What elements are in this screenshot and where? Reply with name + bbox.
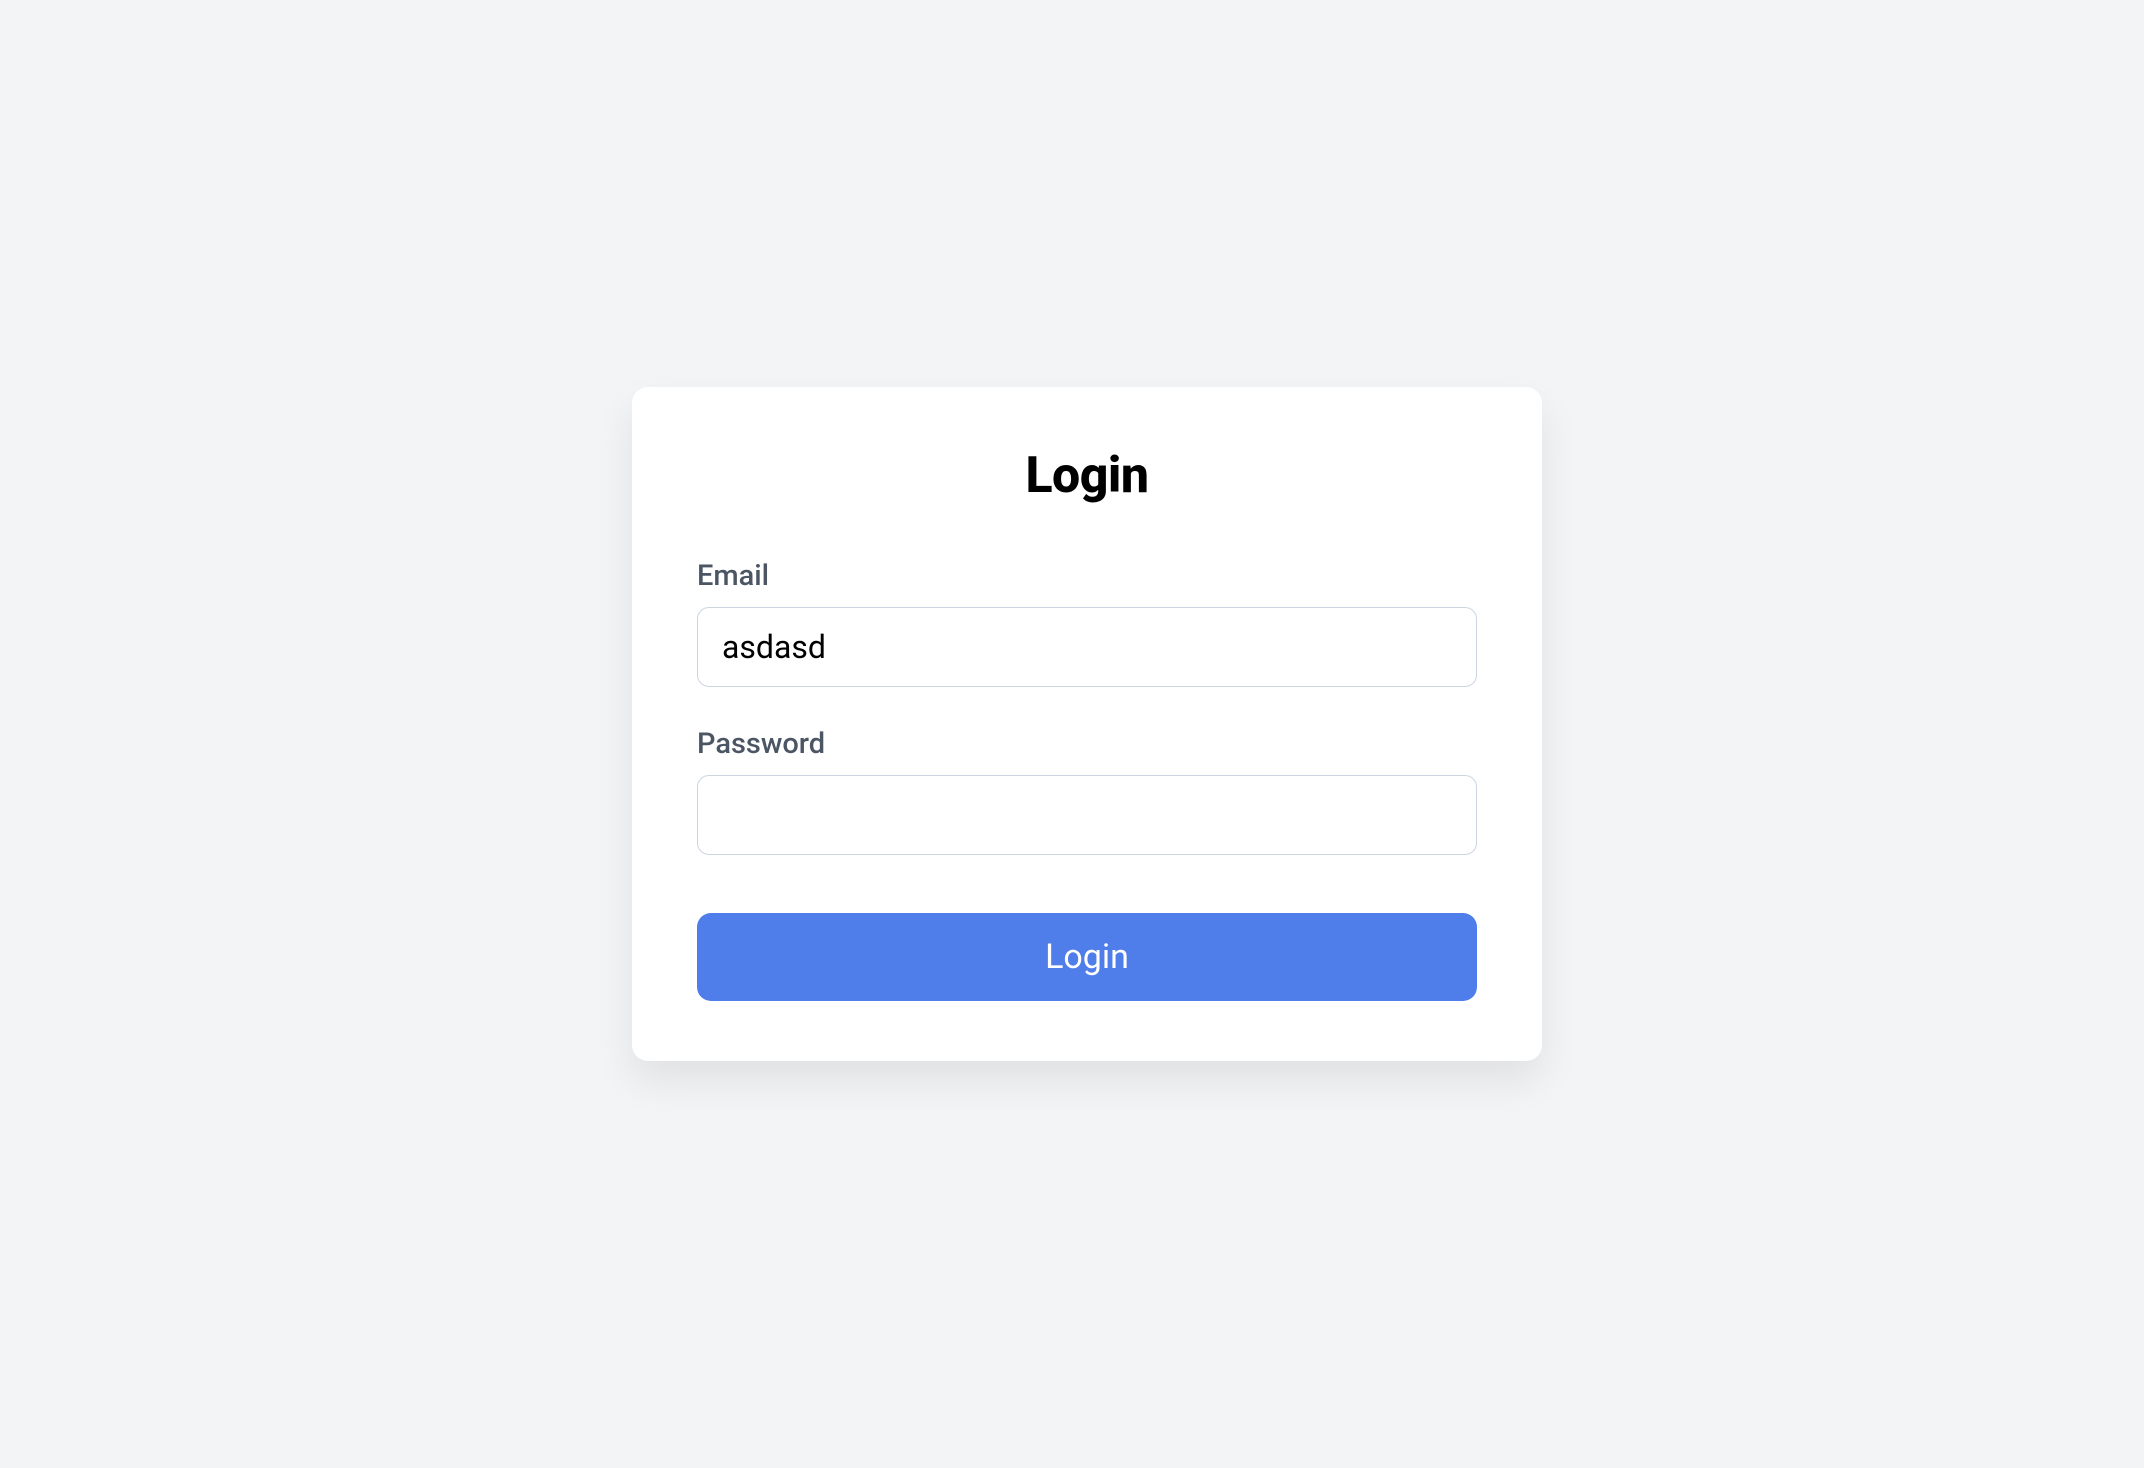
login-title: Login [697,447,1477,505]
password-input[interactable] [697,775,1477,855]
email-form-group: Email [697,559,1477,687]
password-label: Password [697,727,1477,761]
login-card: Login Email Password Login [632,387,1542,1061]
password-form-group: Password [697,727,1477,855]
email-input[interactable] [697,607,1477,687]
email-label: Email [697,559,1477,593]
login-form: Email Password Login [697,559,1477,1001]
login-button[interactable]: Login [697,913,1477,1001]
